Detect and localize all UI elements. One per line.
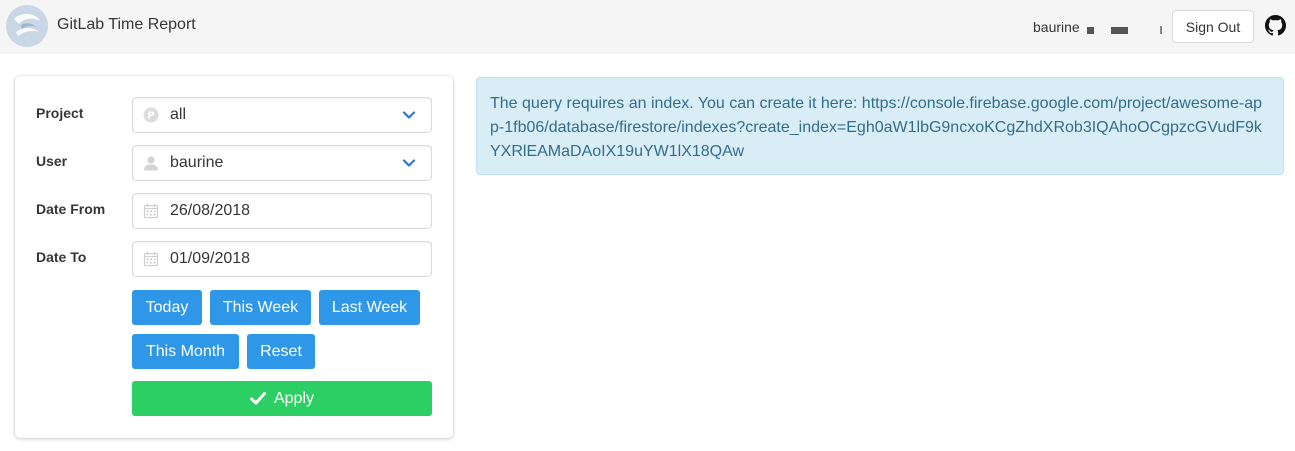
date-from-label: Date From bbox=[36, 201, 106, 217]
user-label: User bbox=[36, 153, 68, 169]
calendar-icon bbox=[143, 204, 159, 219]
notification-message[interactable]: The query requires an index. You can cre… bbox=[490, 95, 1262, 160]
github-icon[interactable] bbox=[1265, 15, 1286, 36]
sign-out-button[interactable]: Sign Out bbox=[1172, 10, 1254, 43]
chevron-down-icon bbox=[403, 111, 415, 119]
project-p-icon: P bbox=[143, 107, 159, 123]
date-from-value: 26/08/2018 bbox=[170, 202, 251, 219]
date-to-input[interactable]: 01/09/2018 bbox=[132, 241, 432, 277]
chevron-down-icon bbox=[403, 159, 415, 167]
svg-text:P: P bbox=[147, 111, 154, 122]
this-week-button[interactable]: This Week bbox=[210, 290, 311, 325]
apply-label: Apply bbox=[273, 389, 315, 407]
current-user-name: baurine bbox=[1033, 19, 1080, 35]
navbar: GitLab Time Report baurine Sign Out bbox=[0, 0, 1295, 54]
index-required-notification: The query requires an index. You can cre… bbox=[476, 77, 1284, 175]
user-icon bbox=[144, 156, 158, 171]
app-logo[interactable] bbox=[6, 5, 48, 47]
date-to-value: 01/09/2018 bbox=[170, 250, 251, 267]
user-value: baurine bbox=[170, 154, 224, 171]
user-select[interactable]: baurine bbox=[132, 145, 432, 181]
date-from-input[interactable]: 26/08/2018 bbox=[132, 193, 432, 229]
redacted-block bbox=[1087, 27, 1094, 34]
today-button[interactable]: Today bbox=[132, 290, 202, 325]
reset-button[interactable]: Reset bbox=[247, 334, 315, 369]
this-month-button[interactable]: This Month bbox=[132, 334, 239, 369]
redacted-block bbox=[1160, 26, 1162, 34]
project-select[interactable]: P all bbox=[132, 97, 432, 133]
project-value: all bbox=[170, 106, 187, 123]
last-week-button[interactable]: Last Week bbox=[319, 290, 420, 325]
project-label: Project bbox=[36, 105, 84, 121]
redacted-block bbox=[1111, 27, 1128, 34]
date-to-label: Date To bbox=[36, 249, 87, 265]
check-icon bbox=[249, 392, 266, 405]
calendar-icon bbox=[143, 252, 159, 267]
apply-button[interactable]: Apply bbox=[132, 381, 432, 416]
app-title[interactable]: GitLab Time Report bbox=[57, 16, 196, 34]
